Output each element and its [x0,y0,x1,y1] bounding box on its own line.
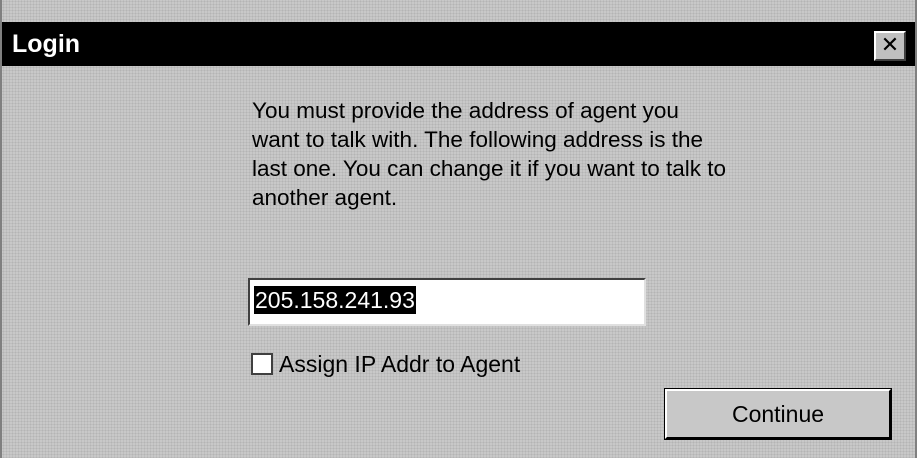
agent-address-input[interactable]: 205.158.241.93 [248,278,646,326]
message-line: another agent. [252,185,398,210]
login-dialog: Login ✕ You must provide the address of … [0,0,917,458]
close-icon: ✕ [880,33,900,58]
continue-button[interactable]: Continue [665,389,891,439]
instruction-message: You must provide the address of agent yo… [252,96,912,212]
assign-ip-checkbox-label[interactable]: Assign IP Addr to Agent [279,349,520,379]
window-title: Login [12,30,81,58]
title-bar[interactable]: Login ✕ [2,22,915,66]
agent-address-value: 205.158.241.93 [254,286,416,314]
message-line: want to talk with. The following address… [252,127,704,152]
assign-ip-checkbox[interactable] [251,353,273,375]
continue-button-label: Continue [731,400,825,427]
message-line: You must provide the address of agent yo… [252,98,679,123]
message-line: last one. You can change it if you want … [252,156,727,181]
assign-ip-checkbox-row[interactable]: Assign IP Addr to Agent [251,349,520,379]
close-button[interactable]: ✕ [874,31,906,61]
